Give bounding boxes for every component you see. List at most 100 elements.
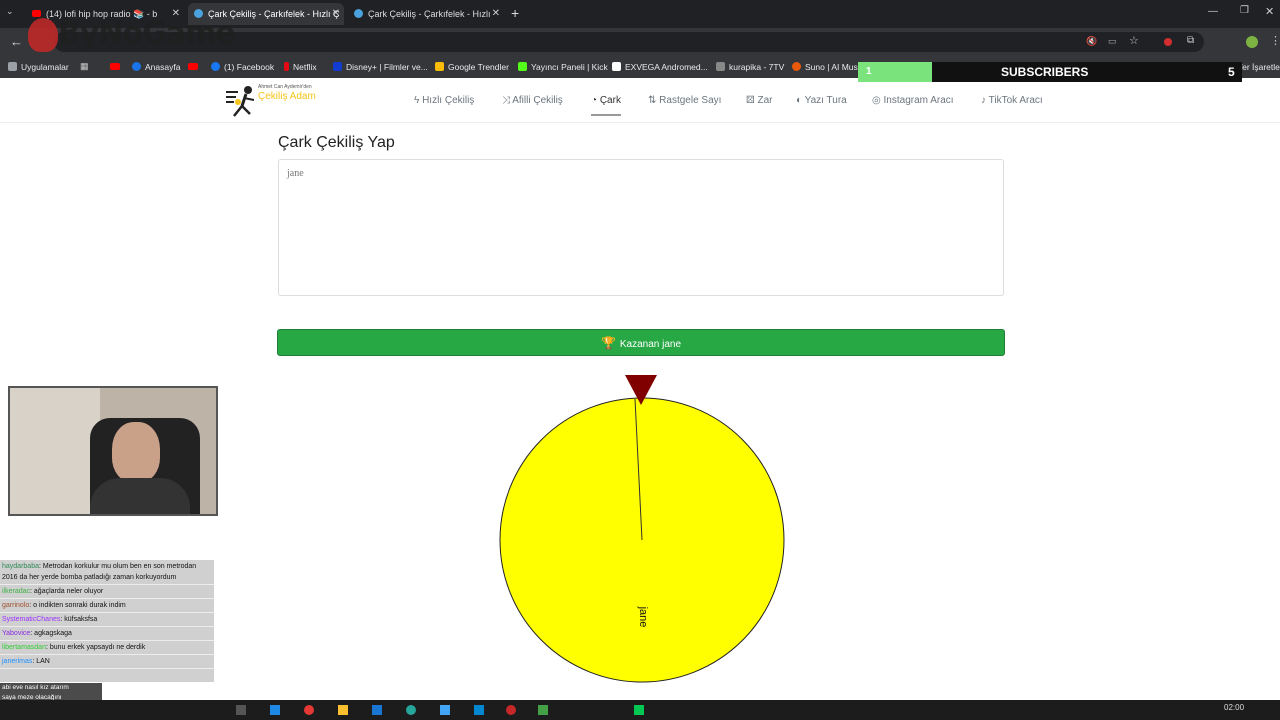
nav-afilli-cekilis[interactable]: ⤨ Afilli Çekiliş (502, 78, 563, 124)
nav-cark[interactable]: ◔ Çark (591, 78, 621, 116)
exvega-icon (612, 62, 621, 71)
taskbar-chrome-icon[interactable] (304, 705, 314, 715)
netflix-icon (284, 62, 289, 71)
trophy-icon: 🏆 (600, 336, 616, 350)
taskbar-app-icon[interactable] (474, 705, 484, 715)
extension-red-icon[interactable] (1164, 38, 1172, 46)
bookmark-kick[interactable]: Yayıncı Paneli | Kick (518, 56, 608, 78)
chat-text: : LAN (32, 658, 50, 665)
kick-icon (518, 62, 527, 71)
taskbar: 02:00 (0, 700, 1280, 720)
site-favicon-icon (354, 9, 363, 18)
chat-username: libertamasdan (2, 644, 46, 651)
site-navbar: Ahmet Can Aydemir'den Çekiliş Adam ϟ Hız… (0, 78, 1280, 123)
subscriber-goal-bar: 1 SUBSCRIBERS 5 (858, 62, 1242, 82)
taskbar-folder-icon[interactable] (338, 705, 348, 715)
sort-icon: ⇅ (648, 95, 657, 106)
bookmark-google-trends[interactable]: Google Trendler (435, 56, 509, 78)
bookmark-label: Disney+ | Filmler ve... (346, 62, 428, 72)
minimize-icon[interactable]: — (1208, 6, 1218, 17)
names-textarea[interactable]: jane (278, 159, 1004, 296)
taskbar-app-icon[interactable] (270, 705, 280, 715)
disney-icon (333, 62, 342, 71)
tab-label: Çark Çekiliş - Çarkıfelek - Hızlı (368, 9, 491, 19)
stream-chat: haydarbaba: Metrodan korkulur mu olum be… (0, 560, 214, 682)
menu-kebab-icon[interactable]: ⋮ (1270, 34, 1280, 47)
bookmark-disney[interactable]: Disney+ | Filmler ve... (333, 56, 428, 78)
nav-rastgele-sayi[interactable]: ⇅ Rastgele Sayı (648, 78, 721, 124)
taskbar-app-icon[interactable] (440, 705, 450, 715)
chat-message: garrinolo: o indikten sonraki durak indi… (0, 599, 214, 613)
grid-icon[interactable]: ▦ (80, 61, 89, 72)
webcam-shirt (90, 478, 190, 514)
taskbar-app-icon[interactable] (372, 705, 382, 715)
taskbar-app-icon[interactable] (236, 705, 246, 715)
chat-username: ilkeradac (2, 588, 31, 595)
bookmark-exvega[interactable]: EXVEGA Andromed... (612, 56, 708, 78)
restore-icon[interactable]: ❐ (1240, 5, 1249, 16)
bookmark-facebook[interactable]: (1) Facebook (211, 56, 274, 78)
bookmark-label: Yayıncı Paneli | Kick (531, 62, 608, 72)
chat-text: : agkagskaga (30, 630, 72, 637)
nav-instagram[interactable]: ◎ Instagram Aracı (872, 78, 954, 124)
taskbar-app-icon[interactable] (634, 705, 644, 715)
taskbar-clock: 02:00 (1224, 703, 1245, 712)
youtube-icon[interactable] (188, 63, 198, 70)
shuffle-icon: ⤨ (502, 95, 510, 106)
nav-yazi-tura[interactable]: ◐ Yazı Tura (796, 78, 847, 124)
profile-avatar[interactable] (1246, 36, 1258, 48)
taskbar-app-icon[interactable] (506, 705, 516, 715)
chat-username: Yabovice (2, 630, 31, 637)
star-icon[interactable]: ☆ (1129, 34, 1139, 47)
subscriber-count: 1 (866, 66, 872, 77)
bookmark-label: Suno | AI Mus (805, 62, 858, 72)
chat-username: SystematicChanes (2, 616, 61, 623)
bookmark-netflix[interactable]: Netflix (284, 56, 317, 78)
chat-message: Yabovice: agkagskaga (0, 627, 214, 641)
winner-button[interactable]: 🏆 Kazanan jane (277, 329, 1005, 356)
tab-search-icon[interactable]: ⌄ (6, 6, 14, 17)
close-icon[interactable]: ✕ (492, 3, 500, 25)
taskbar-app-icon[interactable] (406, 705, 416, 715)
apps-grid-icon (8, 62, 17, 71)
nav-label: Instagram Aracı (883, 95, 954, 106)
wheel-segment-label: jane (637, 606, 649, 628)
bookmark-label: Anasayfa (145, 62, 181, 72)
site-logo[interactable]: Ahmet Can Aydemir'den Çekiliş Adam (224, 82, 334, 122)
chat-message: libertamasdan: bunu erkek yapsaydı ne de… (0, 641, 214, 655)
back-arrow-icon[interactable]: ← (10, 34, 23, 49)
bookmark-label: Uygulamalar (21, 62, 69, 72)
webcam-person (112, 422, 160, 482)
watermark-icon (28, 18, 58, 52)
chat-message: haydarbaba: Metrodan korkulur mu olum be… (0, 560, 214, 585)
cast-icon[interactable]: ▭ (1108, 36, 1117, 47)
browser-toolbar: ← ByNoGame 🔇 ▭ ☆ ⧉ ⋮ (0, 16, 1280, 56)
nav-label: Çark (599, 95, 621, 106)
window-close-icon[interactable]: ✕ (1265, 5, 1274, 18)
taskbar-app-icon[interactable] (538, 705, 548, 715)
nav-zar[interactable]: ⚄ Zar (746, 78, 772, 124)
bookmark-uygulamalar[interactable]: Uygulamalar (8, 56, 69, 78)
bookmark-7tv[interactable]: kurapika - 7TV (716, 56, 784, 78)
nav-label: Afilli Çekiliş (512, 95, 563, 106)
close-icon[interactable]: ✕ (332, 3, 340, 25)
chat-text: : ağaçlarda neler oluyor (30, 588, 104, 595)
youtube-favicon-icon (32, 10, 41, 17)
logo-caption: Ahmet Can Aydemir'den (258, 84, 312, 90)
youtube-icon[interactable] (110, 63, 120, 70)
tab-cark[interactable]: Çark Çekiliş - Çarkıfelek - Hızlı ✕ (348, 3, 504, 25)
bookmark-suno[interactable]: Suno | AI Mus (792, 56, 858, 78)
mute-icon[interactable]: 🔇 (1086, 36, 1097, 47)
nav-hizli-cekilis[interactable]: ϟ Hızlı Çekiliş (414, 78, 474, 124)
spin-wheel[interactable]: jane (496, 372, 788, 688)
coin-icon: ◐ (796, 95, 803, 106)
chat-text: : o indikten sonraki durak indim (29, 602, 126, 609)
nav-label: Zar (757, 95, 773, 106)
nav-tiktok[interactable]: ♪ TikTok Aracı (981, 78, 1043, 124)
new-tab-icon[interactable]: + (511, 5, 519, 21)
logo-title: Çekiliş Adam (258, 91, 316, 102)
bookmark-label: Netflix (293, 62, 317, 72)
chat-message: ilkeradac: ağaçlarda neler oluyor (0, 585, 214, 599)
bookmark-anasayfa[interactable]: Anasayfa (132, 56, 180, 78)
extensions-icon[interactable]: ⧉ (1187, 35, 1194, 46)
